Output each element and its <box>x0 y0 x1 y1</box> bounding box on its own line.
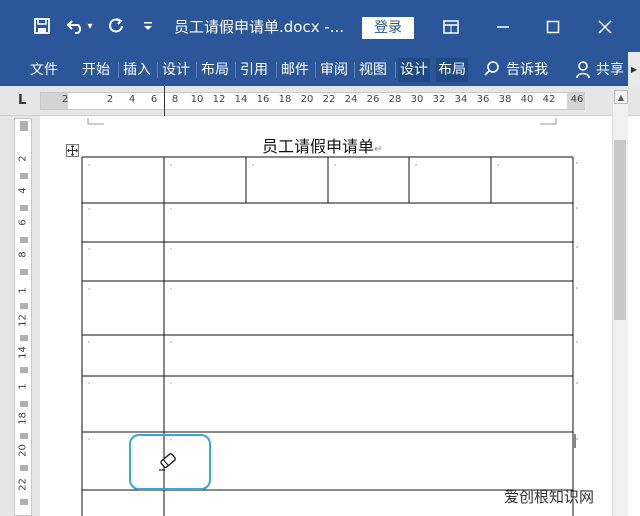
svg-text:ᵃ: ᵃ <box>576 340 578 347</box>
svg-text:ᵃ: ᵃ <box>576 206 578 213</box>
svg-text:ᵃ: ᵃ <box>88 163 90 170</box>
eraser-cursor-icon <box>156 450 180 479</box>
svg-text:ᵃ: ᵃ <box>170 381 172 388</box>
svg-text:ᵃ: ᵃ <box>88 340 90 347</box>
svg-text:ᵃ: ᵃ <box>170 247 172 254</box>
svg-text:ᵃ: ᵃ <box>170 340 172 347</box>
svg-text:ᵃ: ᵃ <box>576 437 578 444</box>
svg-text:ᵃ: ᵃ <box>88 381 90 388</box>
svg-text:ᵃ: ᵃ <box>497 163 499 170</box>
svg-text:ᵃ: ᵃ <box>252 163 254 170</box>
svg-text:ᵃ: ᵃ <box>88 207 90 214</box>
svg-text:ᵃ: ᵃ <box>576 286 578 293</box>
svg-text:ᵃ: ᵃ <box>576 381 578 388</box>
leave-application-table[interactable]: ᵃ ᵃ ᵃ ᵃ ᵃ ᵃ ᵃ ᵃᵃᵃ ᵃᵃᵃ ᵃᵃ ᵃᵃ ᵃᵃ ᵃᵃ ᵃᵃ ᵃᵃ <box>0 0 640 516</box>
svg-text:ᵃ: ᵃ <box>170 163 172 170</box>
svg-text:ᵃ: ᵃ <box>170 287 172 294</box>
watermark-text: 爱创根知识网 <box>504 488 595 506</box>
svg-text:ᵃ: ᵃ <box>576 161 578 168</box>
scrollbar-thumb[interactable] <box>614 140 626 320</box>
svg-text:ᵃ: ᵃ <box>576 245 578 252</box>
svg-text:ᵃ: ᵃ <box>88 247 90 254</box>
svg-text:ᵃ: ᵃ <box>88 287 90 294</box>
svg-text:ᵃ: ᵃ <box>415 163 417 170</box>
svg-text:ᵃ: ᵃ <box>170 207 172 214</box>
svg-text:ᵃ: ᵃ <box>88 437 90 444</box>
svg-text:ᵃ: ᵃ <box>334 163 336 170</box>
